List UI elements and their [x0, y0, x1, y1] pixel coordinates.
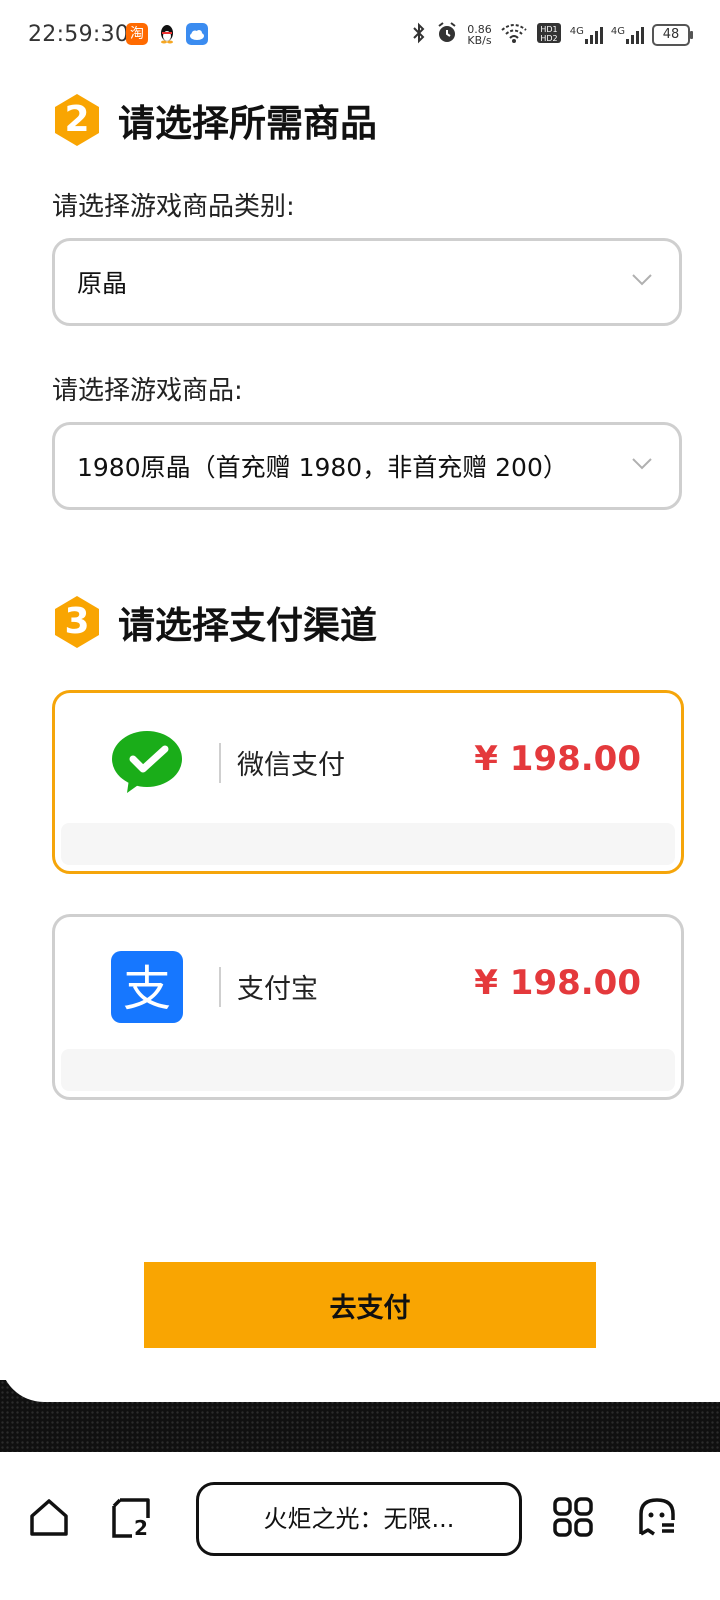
apps-grid-icon[interactable] — [552, 1496, 594, 1538]
status-bar: 22:59:30 淘 0.86 KB/s HD1 HD2 4G 4G 48 — [0, 0, 720, 70]
chevron-down-icon — [632, 274, 652, 286]
pay-button[interactable]: 去支付 — [144, 1262, 596, 1348]
product-select-value: 1980原晶（首充赠 1980，非首充赠 200） — [77, 453, 568, 482]
svg-text:支: 支 — [123, 961, 171, 1017]
category-select-value: 原晶 — [77, 269, 128, 298]
payment-option-footer — [61, 1049, 675, 1091]
wifi-icon — [500, 22, 528, 48]
signal-icon-2: 4G — [611, 26, 644, 44]
step-2-badge: 2 — [52, 92, 102, 148]
section-title: 请选择支付渠道 — [118, 604, 377, 647]
payment-option-alipay[interactable]: 支 支付宝 ¥ 198.00 — [52, 914, 684, 1100]
net-speed: 0.86 KB/s — [467, 23, 492, 47]
alipay-icon: 支 — [111, 951, 183, 1023]
wechat-pay-icon — [112, 731, 182, 793]
current-tab-title[interactable]: 火炬之光：无限... — [196, 1482, 522, 1556]
product-label: 请选择游戏商品: — [52, 376, 243, 406]
section-title: 请选择所需商品 — [118, 102, 377, 145]
home-icon[interactable] — [28, 1496, 70, 1538]
section-header-payment: 3 请选择支付渠道 — [52, 594, 377, 650]
divider — [219, 743, 221, 783]
payment-option-wechat[interactable]: 微信支付 ¥ 198.00 — [52, 690, 684, 874]
tab-count: 2 — [134, 1516, 148, 1540]
svg-text:HD1: HD1 — [540, 25, 557, 34]
ghost-menu-icon[interactable] — [636, 1496, 678, 1538]
category-label: 请选择游戏商品类别: — [52, 192, 295, 222]
alarm-icon — [435, 21, 459, 49]
section-header-products: 2 请选择所需商品 — [52, 92, 377, 148]
payment-price: ¥ 198.00 — [474, 739, 641, 779]
browser-bottom-bar: 2 火炬之光：无限... — [0, 1452, 720, 1600]
signal-icon-1: 4G — [570, 26, 603, 44]
taobao-icon: 淘 — [126, 23, 148, 45]
category-select[interactable]: 原晶 — [52, 238, 682, 326]
status-indicators: 0.86 KB/s HD1 HD2 4G 4G 48 — [411, 20, 693, 50]
step-3-badge: 3 — [52, 594, 102, 650]
battery-icon: 48 — [652, 24, 693, 46]
svg-text:HD2: HD2 — [540, 34, 557, 43]
payment-name: 微信支付 — [237, 750, 345, 781]
payment-option-footer — [61, 823, 675, 865]
status-time: 22:59:30 — [28, 22, 130, 47]
cloud-icon — [186, 23, 208, 45]
chevron-down-icon — [632, 458, 652, 470]
bluetooth-icon — [411, 22, 427, 48]
hd-icon: HD1 HD2 — [536, 22, 562, 48]
payment-name: 支付宝 — [237, 974, 318, 1005]
divider — [219, 967, 221, 1007]
payment-price: ¥ 198.00 — [474, 963, 641, 1003]
qq-icon — [156, 23, 178, 45]
tabs-button[interactable]: 2 — [110, 1496, 154, 1540]
product-select[interactable]: 1980原晶（首充赠 1980，非首充赠 200） — [52, 422, 682, 510]
